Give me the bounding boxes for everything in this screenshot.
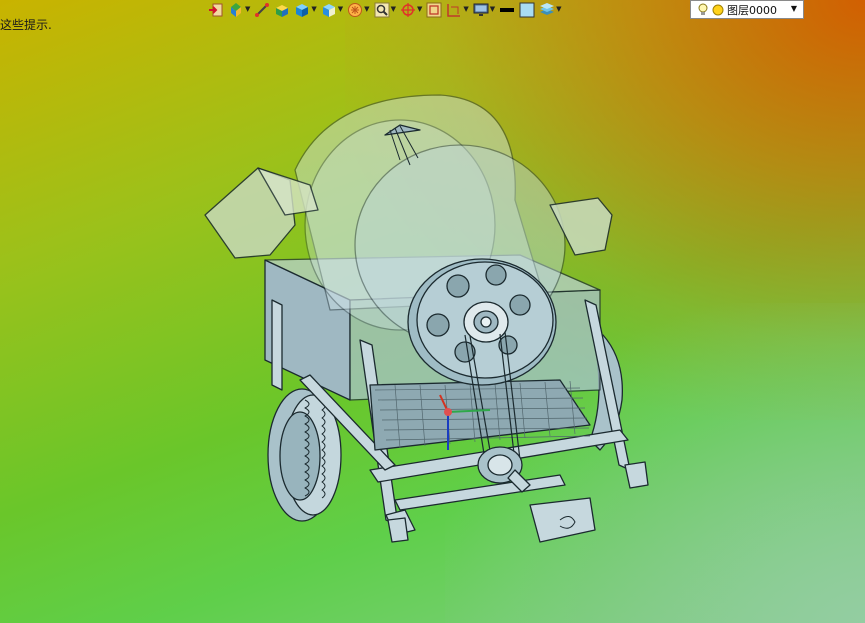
- zoom-window-button[interactable]: [426, 1, 442, 19]
- layers-icon: [540, 2, 555, 15]
- line-weight-icon: [500, 7, 515, 12]
- hide-show-button[interactable]: ▼: [347, 1, 370, 19]
- dimension-button[interactable]: ▼: [446, 1, 469, 19]
- draw-line-button[interactable]: [254, 1, 270, 19]
- section-view-icon: [322, 3, 335, 17]
- view-toolbar: ▼ ▼ ▼ ▼ ▼ ▼ ▼ ▼ ▼: [208, 0, 566, 19]
- monitor-icon: [473, 3, 489, 16]
- shaded-box-button[interactable]: [274, 1, 290, 19]
- display-style-icon: [296, 3, 309, 17]
- monitor-button[interactable]: ▼: [473, 1, 495, 19]
- dimension-icon: [447, 3, 461, 17]
- rotate-axis-icon: [400, 2, 415, 17]
- thresher-3d-model[interactable]: [0, 0, 865, 623]
- color-swatch-icon: [519, 2, 535, 17]
- rotate-axis-button[interactable]: ▼: [400, 1, 422, 19]
- zoom-window-icon: [426, 2, 442, 17]
- layer-selector[interactable]: 图层0000 ▼: [690, 0, 804, 19]
- shaded-box-icon: [276, 4, 289, 17]
- view-orientation-button[interactable]: ▼: [228, 1, 250, 19]
- view-orientation-icon: [231, 2, 241, 17]
- line-weight-button[interactable]: [499, 1, 515, 19]
- zoom-icon: [374, 2, 390, 17]
- lightbulb-icon: [698, 3, 708, 15]
- layers-button[interactable]: ▼: [539, 1, 562, 19]
- zoom-button[interactable]: ▼: [374, 1, 396, 19]
- section-view-button[interactable]: ▼: [321, 1, 343, 19]
- chevron-down-icon[interactable]: ▼: [791, 4, 797, 13]
- layer-name: 图层0000: [727, 3, 777, 17]
- front-plate: [529, 497, 596, 543]
- sun-icon: [712, 4, 724, 15]
- status-hint: 这些提示.: [0, 18, 52, 32]
- pulley: [407, 258, 557, 386]
- draw-line-icon: [255, 2, 270, 17]
- hide-show-icon: [348, 2, 363, 17]
- exit-sketch-button[interactable]: [208, 1, 224, 19]
- display-style-button[interactable]: ▼: [294, 1, 317, 19]
- color-swatch-button[interactable]: [519, 1, 535, 19]
- exit-sketch-icon: [209, 3, 223, 16]
